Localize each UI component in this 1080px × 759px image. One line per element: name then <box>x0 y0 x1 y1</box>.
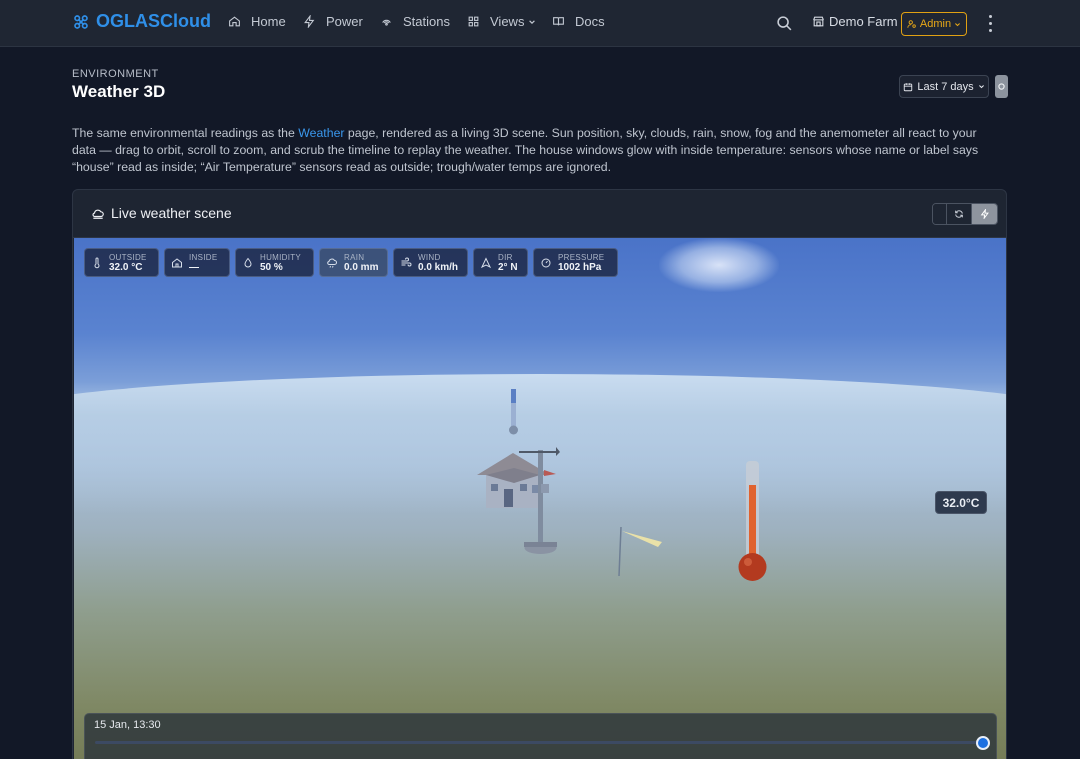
nav-views[interactable]: Views <box>467 14 536 29</box>
description-text-1: The same environmental readings as the <box>72 126 299 140</box>
farm-selector[interactable]: Demo Farm <box>812 14 898 29</box>
refresh-icon <box>955 210 963 218</box>
date-range-select[interactable]: Last 7 days <box>899 75 989 98</box>
chip-pressure: PRESSURE 1002 hPa <box>533 248 618 277</box>
nav-stations[interactable]: Stations <box>380 14 450 29</box>
top-navbar: OGLASCloud Home Power Stations Views Doc… <box>0 0 1080 47</box>
timeline-track[interactable] <box>95 741 983 744</box>
chip-pressure-value: 1002 hPa <box>558 261 602 273</box>
wind-vane <box>618 526 662 577</box>
chip-outside: OUTSIDE 32.0 °C <box>84 248 159 277</box>
search-icon[interactable] <box>776 15 793 32</box>
user-gear-icon <box>907 20 916 28</box>
farm-name: Demo Farm <box>829 14 898 29</box>
nav-docs[interactable]: Docs <box>552 14 605 29</box>
live-mode-button[interactable] <box>972 204 997 224</box>
chevron-down-icon <box>529 19 536 24</box>
chip-rain-label: RAIN <box>344 252 365 262</box>
chip-rain: RAIN 0.0 mm <box>319 248 388 277</box>
chip-inside-value: — <box>189 261 199 273</box>
settings-button[interactable] <box>995 75 1008 98</box>
bolt-icon <box>980 209 989 219</box>
page-title: Weather 3D <box>72 82 166 101</box>
scene-controls <box>932 203 998 225</box>
nav-views-label: Views <box>490 14 525 29</box>
card-title-label: Live weather scene <box>111 205 232 221</box>
3d-scene-canvas[interactable]: OUTSIDE 32.0 °C INSIDE — HUMIDITY 50 % RAIN… <box>74 238 1006 759</box>
chip-humidity-label: HUMIDITY <box>260 252 302 262</box>
droplet-icon <box>244 257 252 267</box>
chip-pressure-label: PRESSURE <box>558 252 605 262</box>
weather-scene-card: Live weather scene OUTSIDE 32.0 °C INSID… <box>72 189 1007 759</box>
timeline-scrubber: 15 Jan, 13:30 <box>84 713 997 759</box>
temperature-badge: 32.0°C <box>935 491 987 514</box>
chip-direction-label: DIR <box>498 252 513 262</box>
scene-objects <box>477 389 767 581</box>
date-range-label: Last 7 days <box>917 80 974 93</box>
antenna-icon <box>382 19 391 26</box>
chip-humidity: HUMIDITY 50 % <box>235 248 314 277</box>
pause-button[interactable] <box>933 204 947 224</box>
page-eyebrow: ENVIRONMENT <box>72 68 159 80</box>
refresh-button[interactable] <box>947 204 972 224</box>
nav-docs-label: Docs <box>575 14 605 29</box>
more-menu-icon[interactable] <box>986 15 994 32</box>
gauge-icon <box>541 258 551 267</box>
admin-button[interactable]: Admin <box>901 12 967 36</box>
chip-humidity-value: 50 % <box>260 261 283 273</box>
house-icon <box>172 257 182 267</box>
grid-icon <box>468 16 479 27</box>
chevron-down-icon <box>955 22 961 26</box>
nav-home[interactable]: Home <box>228 14 286 29</box>
chip-wind-value: 0.0 km/h <box>418 261 459 273</box>
chip-direction-value: 2° N <box>498 261 518 273</box>
chip-wind-label: WIND <box>418 252 441 262</box>
gear-icon <box>998 83 1005 90</box>
compass-arrow-icon <box>480 256 492 268</box>
chip-inside-label: INSIDE <box>189 252 218 262</box>
page-description: The same environmental readings as the W… <box>72 125 1002 176</box>
nav-power[interactable]: Power <box>303 14 363 29</box>
home-icon <box>229 16 240 27</box>
brand-logo[interactable]: OGLASCloud <box>72 11 211 32</box>
calendar-icon <box>904 82 913 91</box>
card-title: Live weather scene <box>91 205 232 221</box>
wind-icon <box>401 257 412 266</box>
nav-stations-label: Stations <box>403 14 450 29</box>
chip-inside: INSIDE — <box>164 248 230 277</box>
chip-outside-value: 32.0 °C <box>109 261 143 273</box>
overhead-sensor <box>509 389 518 435</box>
timeline-thumb[interactable] <box>976 736 990 750</box>
weather-page-link[interactable]: Weather <box>298 126 344 140</box>
cloud-rain-icon <box>327 258 337 268</box>
chip-wind: WIND 0.0 km/h <box>393 248 468 277</box>
chevron-down-icon <box>978 85 984 89</box>
chip-direction: DIR 2° N <box>473 248 528 277</box>
chip-outside-label: OUTSIDE <box>109 252 147 262</box>
brand-name: OGLASCloud <box>96 11 211 31</box>
timeline-timestamp: 15 Jan, 13:30 <box>94 719 161 731</box>
nav-home-label: Home <box>251 14 286 29</box>
snowflake-icon <box>74 14 88 29</box>
cloud-sun-icon <box>92 209 104 219</box>
nav-power-label: Power <box>326 14 363 29</box>
card-header: Live weather scene <box>73 190 1006 238</box>
store-icon <box>813 16 824 27</box>
thermometer-model <box>738 461 767 581</box>
admin-label: Admin <box>919 18 952 30</box>
bolt-icon <box>304 15 315 28</box>
thermometer-icon <box>94 257 100 268</box>
chip-rain-value: 0.0 mm <box>344 261 379 273</box>
book-icon <box>553 17 564 26</box>
